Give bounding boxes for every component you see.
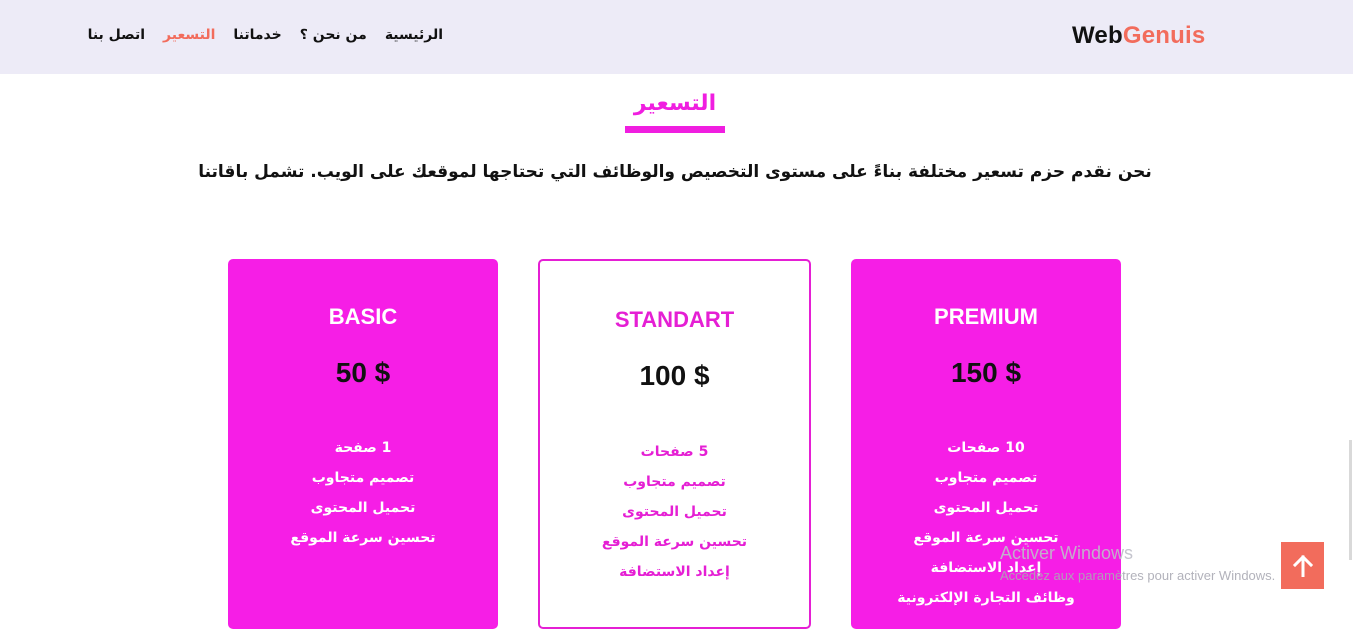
feature-item: تحميل المحتوى xyxy=(933,500,1039,516)
plan-name: PREMIUM xyxy=(934,304,1038,329)
brand-logo-part2: Genuis xyxy=(1122,22,1206,49)
feature-item: إعداد الاستضافة xyxy=(619,564,730,580)
nav-link-services[interactable]: خدماتنا xyxy=(233,25,281,45)
scroll-to-top-button[interactable] xyxy=(1281,542,1324,589)
arrow-up-icon xyxy=(1292,554,1313,577)
feature-list: 10 صفحات تصميم متجاوب تحميل المحتوى تحسي… xyxy=(851,433,1121,613)
plan-price: 150 $ xyxy=(950,357,1022,388)
feature-item: تحميل المحتوى xyxy=(622,504,727,520)
feature-item: 5 صفحات xyxy=(640,444,709,460)
navbar: WebGenuis الرئيسية من نحن ؟ خدماتنا التس… xyxy=(0,0,1353,74)
main-nav: الرئيسية من نحن ؟ خدماتنا التسعير اتصل ب… xyxy=(88,25,443,45)
feature-item: تصميم متجاوب xyxy=(623,474,726,490)
title-underline xyxy=(625,126,725,133)
brand-logo[interactable]: WebGenuis xyxy=(1072,22,1205,50)
feature-item: تحسين سرعة الموقع xyxy=(601,534,748,550)
windows-activation-title: Activer Windows xyxy=(1000,543,1134,563)
feature-item: 10 صفحات xyxy=(947,440,1025,456)
feature-item: تصميم متجاوب xyxy=(934,470,1038,486)
pricing-card-standart: STANDART 100 $ 5 صفحات تصميم متجاوب تحمي… xyxy=(538,259,811,629)
nav-link-about[interactable]: من نحن ؟ xyxy=(300,25,367,45)
plan-name: STANDART xyxy=(614,307,735,332)
feature-item: 1 صفحة xyxy=(334,440,392,456)
scrollbar-thumb[interactable] xyxy=(1349,440,1352,560)
plan-price: 100 $ xyxy=(639,360,710,391)
section-title: التسعير xyxy=(633,91,717,116)
feature-list: 1 صفحة تصميم متجاوب تحميل المحتوى تحسين … xyxy=(228,433,498,553)
brand-logo-part1: Web xyxy=(1072,22,1123,49)
feature-item: تصميم متجاوب xyxy=(311,470,415,486)
windows-activation-subtitle: Accédez aux paramètres pour activer Wind… xyxy=(1000,568,1276,583)
plan-name: BASIC xyxy=(328,304,398,329)
nav-link-pricing[interactable]: التسعير xyxy=(163,25,215,45)
feature-item: تحميل المحتوى xyxy=(310,500,416,516)
plan-price: 50 $ xyxy=(335,357,391,388)
pricing-card-basic: BASIC 50 $ 1 صفحة تصميم متجاوب تحميل الم… xyxy=(228,259,498,629)
feature-item: وظائف التجارة الإلكترونية xyxy=(897,590,1075,606)
feature-item: تحسين سرعة الموقع xyxy=(290,530,436,546)
nav-link-contact[interactable]: اتصل بنا xyxy=(88,25,145,45)
nav-link-home[interactable]: الرئيسية xyxy=(385,25,443,45)
feature-list: 5 صفحات تصميم متجاوب تحميل المحتوى تحسين… xyxy=(540,437,809,587)
section-intro: نحن نقدم حزم تسعير مختلفة بناءً على مستو… xyxy=(198,162,1152,182)
